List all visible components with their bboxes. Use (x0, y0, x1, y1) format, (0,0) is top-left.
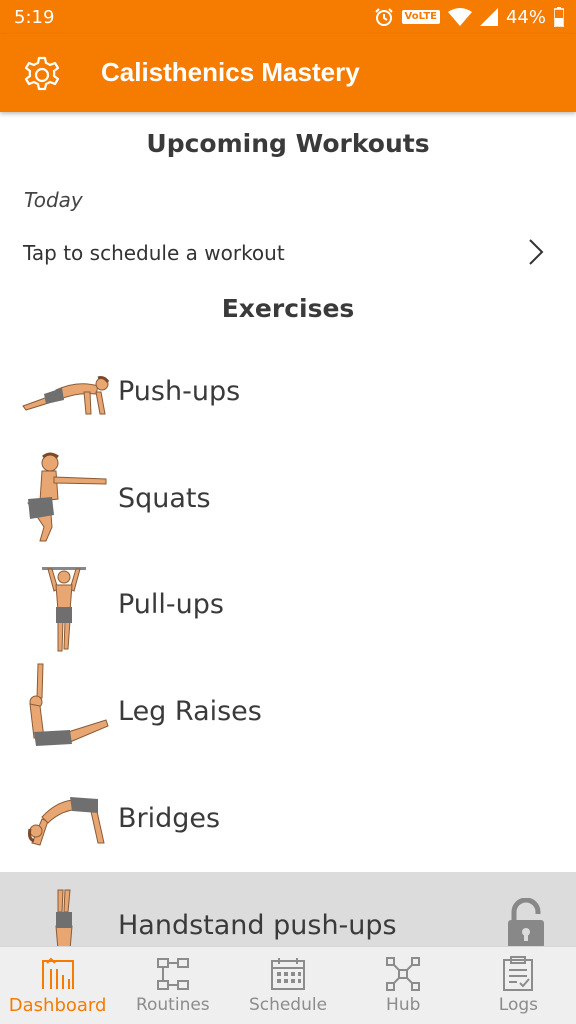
exercise-label: Squats (118, 483, 211, 514)
exercise-item-squats[interactable]: Squats (0, 445, 576, 551)
bridges-figure (28, 797, 105, 846)
app-title: Calisthenics Mastery (101, 57, 360, 87)
squats-figure (27, 452, 107, 542)
routines-icon (156, 958, 189, 990)
battery-icon (554, 7, 564, 27)
alarm-icon (374, 8, 393, 26)
nav-routines[interactable]: Routines (115, 947, 230, 1024)
nav-logs[interactable]: Logs (461, 947, 576, 1024)
push-ups-figure (22, 376, 110, 415)
exercises-title: Exercises (221, 294, 355, 323)
exercise-label: Push-ups (118, 376, 241, 407)
leg-raises-figure (29, 663, 109, 746)
exercise-label: Handstand push-ups (118, 910, 397, 941)
nav-dashboard[interactable]: Dashboard (0, 947, 115, 1024)
exercise-label: Leg Raises (118, 696, 262, 727)
schedule-workout-text: Tap to schedule a workout (23, 241, 285, 265)
upcoming-workouts-title: Upcoming Workouts (146, 129, 430, 158)
pull-ups-figure (42, 567, 86, 652)
nav-hub[interactable]: Hub (346, 947, 461, 1024)
nav-label: Logs (498, 995, 539, 1015)
dashboard-icon (41, 957, 74, 989)
exercise-item-bridges[interactable]: Bridges (0, 765, 576, 871)
app-bar: Calisthenics Mastery (0, 34, 576, 112)
chevron-right-icon (529, 239, 544, 265)
status-icons: VoLTE 44% (374, 6, 564, 28)
status-bar: 5:19 VoLTE 44% (0, 0, 576, 34)
volte-badge: VoLTE (401, 10, 440, 24)
exercise-item-pull-ups[interactable]: Pull-ups (0, 551, 576, 657)
gear-icon (24, 56, 60, 91)
status-time: 5:19 (14, 7, 55, 28)
exercise-item-leg-raises[interactable]: Leg Raises (0, 658, 576, 764)
lock-icon (508, 898, 544, 948)
exercise-item-push-ups[interactable]: Push-ups (0, 338, 576, 444)
logs-icon (503, 956, 534, 991)
signal-icon (479, 8, 498, 26)
nav-schedule[interactable]: Schedule (230, 947, 345, 1024)
schedule-workout-row[interactable]: Tap to schedule a workout (0, 226, 576, 278)
nav-label: Schedule (248, 995, 328, 1015)
exercise-label: Bridges (118, 803, 221, 834)
nav-label: Dashboard (8, 995, 107, 1016)
battery-percentage: 44% (505, 6, 546, 28)
nav-label: Hub (386, 995, 421, 1015)
wifi-icon (447, 8, 472, 26)
nav-label: Routines (135, 995, 210, 1015)
bottom-navigation: Dashboard Routines Schedule Hub Logs (0, 946, 576, 1024)
hub-icon (386, 957, 421, 991)
today-label: Today (24, 188, 83, 212)
exercise-label: Pull-ups (118, 589, 224, 620)
settings-button[interactable] (20, 52, 64, 96)
calendar-icon (271, 958, 305, 990)
